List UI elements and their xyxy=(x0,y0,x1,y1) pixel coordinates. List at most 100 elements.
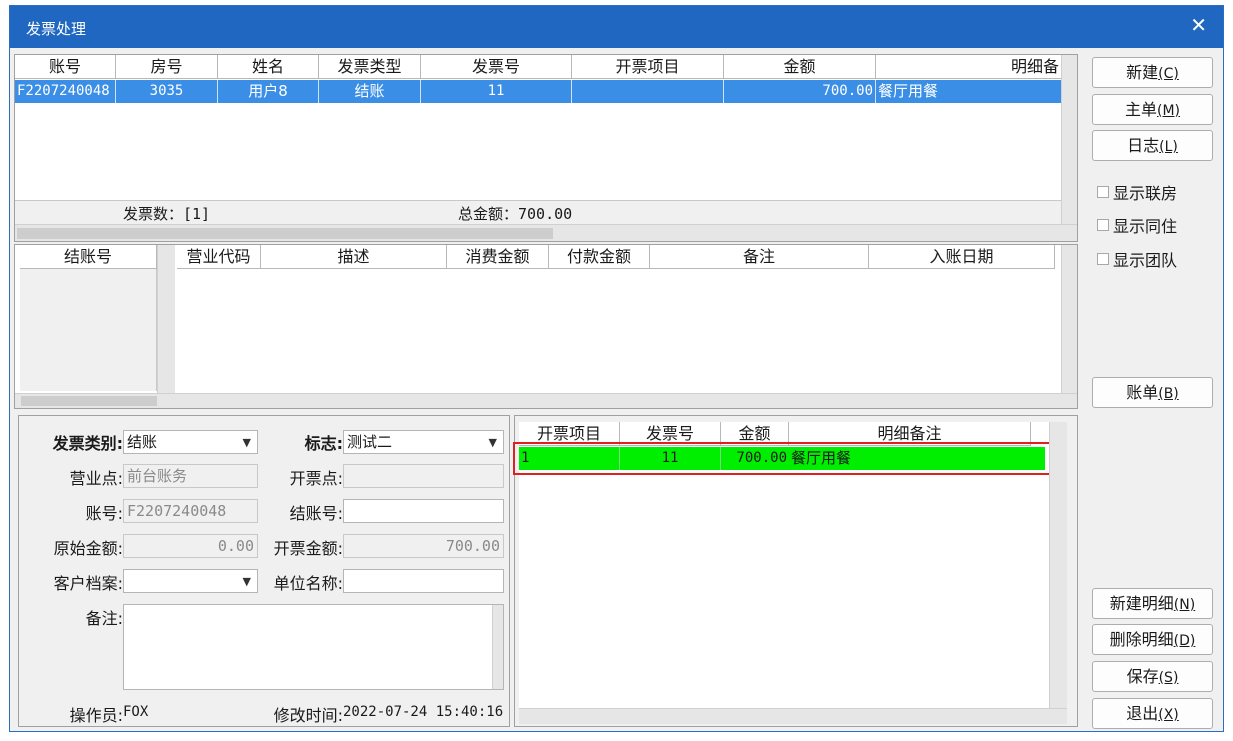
col-invoice-no[interactable]: 发票号 xyxy=(421,55,572,79)
table-row[interactable]: F2207240048 3035 用户8 结账 11 700.00 餐厅用餐 xyxy=(15,80,1061,103)
col-business-code[interactable]: 营业代码 xyxy=(177,245,261,269)
invoice-count: 发票数：[1] xyxy=(123,205,211,223)
col-name[interactable]: 姓名 xyxy=(218,55,319,79)
col-entry-date[interactable]: 入账日期 xyxy=(869,245,1055,269)
show-cohabit-checkbox[interactable]: 显示同住 xyxy=(1097,213,1177,237)
flag-value: 测试二 xyxy=(347,433,393,451)
flag-label: 标志: xyxy=(304,434,343,453)
hscroll-thumb[interactable] xyxy=(17,228,553,239)
cell-detail-remark: 餐厅用餐 xyxy=(878,82,939,100)
exit-button[interactable]: 退出(X) xyxy=(1092,698,1213,729)
bill-button[interactable]: 账单(B) xyxy=(1092,377,1213,408)
company-name-input[interactable] xyxy=(343,569,504,593)
col-checkout-no[interactable]: 结账号 xyxy=(20,245,157,269)
chevron-down-icon: ▼ xyxy=(242,436,251,449)
detail-grid-vscroll[interactable] xyxy=(1061,245,1077,393)
invoice-grid-vscroll[interactable] xyxy=(1061,55,1077,224)
invoice-total: 总金额：700.00 xyxy=(458,205,573,223)
show-linked-rooms-label: 显示联房 xyxy=(1113,184,1178,203)
flag-select[interactable]: 测试二 ▼ xyxy=(343,430,504,454)
log-button-label: 日志 xyxy=(1127,136,1160,155)
delete-detail-button[interactable]: 删除明细(D) xyxy=(1092,624,1213,655)
cell-issue-item xyxy=(572,80,724,103)
cell-amount: 700.00 xyxy=(724,80,876,103)
title-bar: 发票处理 ✕ xyxy=(10,6,1223,48)
col-issue-item[interactable]: 开票项目 xyxy=(572,55,724,79)
show-cohabit-label: 显示同住 xyxy=(1113,217,1178,236)
invoice-form: 发票类别: 结账 ▼ 标志: 测试二 ▼ 营业点: 前台账务 开票点: 账号: … xyxy=(18,415,510,727)
save-button-key: (S) xyxy=(1158,670,1179,686)
col-account[interactable]: 账号 xyxy=(15,55,116,79)
customer-file-select[interactable]: ▼ xyxy=(123,569,258,593)
checkbox-icon xyxy=(1097,253,1109,265)
col-amount[interactable]: 金额 xyxy=(724,55,876,79)
detail-left-vscroll[interactable] xyxy=(157,245,175,393)
operator-value: FOX xyxy=(123,704,149,720)
invoice-grid: 账号 房号 姓名 发票类型 发票号 开票项目 金额 明细备 F220724004… xyxy=(14,54,1078,242)
col-remark[interactable]: 备注 xyxy=(650,245,869,269)
col-payment-amount[interactable]: 付款金额 xyxy=(549,245,650,269)
save-button-label: 保存 xyxy=(1126,667,1159,686)
checkbox-icon xyxy=(1097,186,1109,198)
detail-hscroll-thumb-left[interactable] xyxy=(21,396,157,406)
new-detail-button-key: (N) xyxy=(1173,597,1196,613)
close-icon[interactable]: ✕ xyxy=(1190,15,1207,35)
remark-textarea[interactable] xyxy=(123,604,504,690)
cell-room: 3035 xyxy=(116,80,218,103)
master-button-key: (M) xyxy=(1157,103,1181,119)
new-button-label: 新建 xyxy=(1126,63,1159,82)
operator-label: 操作员: xyxy=(69,706,123,725)
cell-invoice-no: 11 xyxy=(421,80,572,103)
cell-account: F2207240048 xyxy=(15,80,116,103)
col-detail-remark[interactable]: 明细备 xyxy=(876,55,1061,79)
items-grid: 开票项目 发票号 金额 明细备注 1 11 700.00 餐厅用餐 xyxy=(513,415,1078,727)
account-field: F2207240048 xyxy=(123,499,258,523)
invoice-amount-field: 700.00 xyxy=(343,534,504,558)
chevron-down-icon: ▼ xyxy=(488,436,497,449)
master-button[interactable]: 主单(M) xyxy=(1092,94,1213,125)
new-button[interactable]: 新建(C) xyxy=(1092,57,1213,88)
log-button[interactable]: 日志(L) xyxy=(1092,130,1213,161)
remark-label: 备注: xyxy=(85,609,123,628)
show-group-checkbox[interactable]: 显示团队 xyxy=(1097,247,1177,271)
detail-grid-hscroll[interactable] xyxy=(15,393,1077,408)
col-description[interactable]: 描述 xyxy=(261,245,447,269)
account-label: 账号: xyxy=(85,504,123,523)
items-grid-hscroll[interactable] xyxy=(519,708,1067,724)
save-button[interactable]: 保存(S) xyxy=(1092,661,1213,692)
issue-point-label: 开票点: xyxy=(289,469,343,488)
checkout-no-input[interactable] xyxy=(343,499,504,523)
new-detail-button[interactable]: 新建明细(N) xyxy=(1092,588,1213,619)
show-linked-rooms-checkbox[interactable]: 显示联房 xyxy=(1097,180,1177,204)
exit-button-key: (X) xyxy=(1158,707,1179,723)
issue-point-field xyxy=(343,464,504,488)
col-consume-amount[interactable]: 消费金额 xyxy=(447,245,549,269)
items-grid-vscroll[interactable] xyxy=(1049,422,1067,708)
chevron-down-icon: ▼ xyxy=(242,575,251,588)
remark-vscroll[interactable] xyxy=(492,605,503,689)
invoice-grid-hscroll[interactable] xyxy=(15,224,1077,241)
invoice-grid-header: 账号 房号 姓名 发票类型 发票号 开票项目 金额 明细备 xyxy=(15,55,1061,79)
cell-invoice-type: 结账 xyxy=(319,80,421,103)
highlight-box xyxy=(513,442,1052,475)
customer-file-label: 客户档案: xyxy=(53,574,123,593)
bill-button-key: (B) xyxy=(1158,386,1179,402)
bill-button-label: 账单 xyxy=(1126,383,1159,402)
delete-detail-button-label: 删除明细 xyxy=(1109,630,1174,649)
invoice-category-select[interactable]: 结账 ▼ xyxy=(123,430,258,454)
col-room[interactable]: 房号 xyxy=(116,55,218,79)
col-invoice-type[interactable]: 发票类型 xyxy=(319,55,421,79)
invoice-amount-label: 开票金额: xyxy=(273,539,343,558)
business-point-label: 营业点: xyxy=(69,469,123,488)
window-title: 发票处理 xyxy=(26,20,87,38)
new-detail-button-label: 新建明细 xyxy=(1109,594,1174,613)
original-amount-label: 原始金额: xyxy=(53,539,123,558)
show-group-label: 显示团队 xyxy=(1113,251,1178,270)
cell-name: 用户8 xyxy=(218,80,319,103)
checkout-no-label: 结账号: xyxy=(289,504,343,523)
modified-value: 2022-07-24 15:40:16 xyxy=(343,704,504,720)
modified-label: 修改时间: xyxy=(273,706,343,725)
invoice-window: 发票处理 ✕ 账号 房号 姓名 发票类型 发票号 开票项目 金额 明细备 F22… xyxy=(9,5,1224,732)
original-amount-field: 0.00 xyxy=(123,534,258,558)
delete-detail-button-key: (D) xyxy=(1173,633,1196,649)
